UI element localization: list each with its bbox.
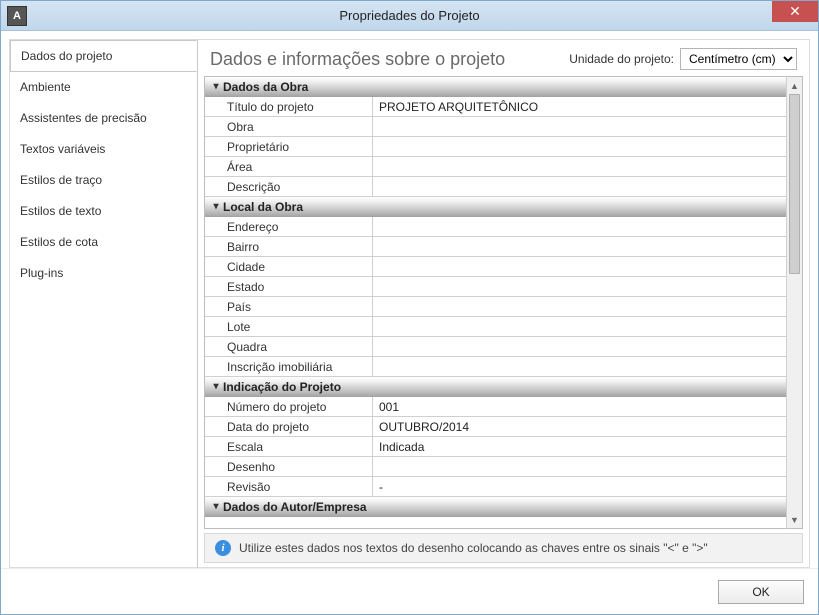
ok-button[interactable]: OK: [718, 580, 804, 604]
info-bar: i Utilize estes dados nos textos do dese…: [204, 533, 803, 563]
property-row: Título do projetoPROJETO ARQUITETÔNICO: [205, 97, 786, 117]
section-header[interactable]: ▾Local da Obra: [205, 197, 786, 217]
property-value[interactable]: [373, 117, 786, 136]
property-label: País: [205, 297, 373, 316]
property-label: Proprietário: [205, 137, 373, 156]
sidebar-item-6[interactable]: Estilos de cota: [10, 227, 197, 258]
property-row: Bairro: [205, 237, 786, 257]
property-row: Endereço: [205, 217, 786, 237]
property-row: Área: [205, 157, 786, 177]
property-value[interactable]: [373, 157, 786, 176]
property-value[interactable]: [373, 317, 786, 336]
property-row: Lote: [205, 317, 786, 337]
property-row: Descrição: [205, 177, 786, 197]
section-title: Dados do Autor/Empresa: [223, 500, 367, 514]
titlebar: A Propriedades do Projeto ✕: [1, 1, 818, 31]
property-value[interactable]: [373, 137, 786, 156]
property-label: Inscrição imobiliária: [205, 357, 373, 376]
info-icon: i: [215, 540, 231, 556]
section-header[interactable]: ▾Dados da Obra: [205, 77, 786, 97]
window-title: Propriedades do Projeto: [1, 8, 818, 23]
scroll-up-button[interactable]: ▲: [787, 77, 802, 94]
property-value[interactable]: -: [373, 477, 786, 496]
property-label: Endereço: [205, 217, 373, 236]
property-label: Número do projeto: [205, 397, 373, 416]
property-label: Obra: [205, 117, 373, 136]
property-value[interactable]: PROJETO ARQUITETÔNICO: [373, 97, 786, 116]
property-label: Desenho: [205, 457, 373, 476]
section-title: Indicação do Projeto: [223, 380, 341, 394]
unit-wrap: Unidade do projeto: Centímetro (cm): [569, 48, 797, 70]
content-header: Dados e informações sobre o projeto Unid…: [198, 40, 809, 76]
property-value[interactable]: [373, 457, 786, 476]
section-header[interactable]: ▾Dados do Autor/Empresa: [205, 497, 786, 517]
scroll-down-button[interactable]: ▼: [787, 511, 802, 528]
property-label: Cidade: [205, 257, 373, 276]
property-value[interactable]: OUTUBRO/2014: [373, 417, 786, 436]
sidebar-item-4[interactable]: Estilos de traço: [10, 165, 197, 196]
property-label: Lote: [205, 317, 373, 336]
close-button[interactable]: ✕: [772, 1, 818, 22]
sidebar-item-0[interactable]: Dados do projeto: [10, 40, 197, 72]
section-title: Local da Obra: [223, 200, 303, 214]
property-value[interactable]: [373, 217, 786, 236]
sidebar-item-3[interactable]: Textos variáveis: [10, 134, 197, 165]
property-row: Revisão-: [205, 477, 786, 497]
section-title: Dados da Obra: [223, 80, 308, 94]
property-value[interactable]: [373, 257, 786, 276]
property-value[interactable]: Indicada: [373, 437, 786, 456]
chevron-down-icon: ▾: [209, 501, 223, 512]
app-icon: A: [7, 6, 27, 26]
property-label: Descrição: [205, 177, 373, 196]
unit-label: Unidade do projeto:: [569, 52, 674, 66]
section-header[interactable]: ▾Indicação do Projeto: [205, 377, 786, 397]
unit-select[interactable]: Centímetro (cm): [680, 48, 797, 70]
close-icon: ✕: [789, 3, 801, 20]
sidebar: Dados do projetoAmbienteAssistentes de p…: [9, 39, 197, 568]
property-value[interactable]: [373, 277, 786, 296]
property-label: Revisão: [205, 477, 373, 496]
vertical-scrollbar[interactable]: ▲ ▼: [786, 76, 803, 529]
property-row: País: [205, 297, 786, 317]
property-label: Área: [205, 157, 373, 176]
property-label: Título do projeto: [205, 97, 373, 116]
property-row: Obra: [205, 117, 786, 137]
property-label: Escala: [205, 437, 373, 456]
sidebar-item-1[interactable]: Ambiente: [10, 72, 197, 103]
scrollbar-thumb[interactable]: [789, 94, 800, 274]
property-value[interactable]: [373, 297, 786, 316]
sidebar-item-2[interactable]: Assistentes de precisão: [10, 103, 197, 134]
property-label: Data do projeto: [205, 417, 373, 436]
sidebar-item-7[interactable]: Plug-ins: [10, 258, 197, 289]
property-row: Cidade: [205, 257, 786, 277]
property-value[interactable]: [373, 177, 786, 196]
property-row: EscalaIndicada: [205, 437, 786, 457]
property-row: Desenho: [205, 457, 786, 477]
property-value[interactable]: [373, 357, 786, 376]
property-grid: ▾Dados da ObraTítulo do projetoPROJETO A…: [204, 76, 803, 529]
chevron-down-icon: ▾: [209, 381, 223, 392]
chevron-down-icon: ▾: [209, 201, 223, 212]
property-row: Inscrição imobiliária: [205, 357, 786, 377]
property-row: Quadra: [205, 337, 786, 357]
chevron-down-icon: ▾: [209, 81, 223, 92]
info-text: Utilize estes dados nos textos do desenh…: [239, 541, 708, 555]
page-title: Dados e informações sobre o projeto: [210, 49, 505, 70]
property-value[interactable]: [373, 337, 786, 356]
property-row: Número do projeto001: [205, 397, 786, 417]
footer: OK: [1, 568, 818, 614]
property-label: Estado: [205, 277, 373, 296]
property-row: Data do projetoOUTUBRO/2014: [205, 417, 786, 437]
property-label: Quadra: [205, 337, 373, 356]
property-value[interactable]: 001: [373, 397, 786, 416]
sidebar-item-5[interactable]: Estilos de texto: [10, 196, 197, 227]
content-panel: Dados e informações sobre o projeto Unid…: [197, 39, 810, 568]
property-value[interactable]: [373, 237, 786, 256]
property-row: Estado: [205, 277, 786, 297]
property-label: Bairro: [205, 237, 373, 256]
property-row: Proprietário: [205, 137, 786, 157]
